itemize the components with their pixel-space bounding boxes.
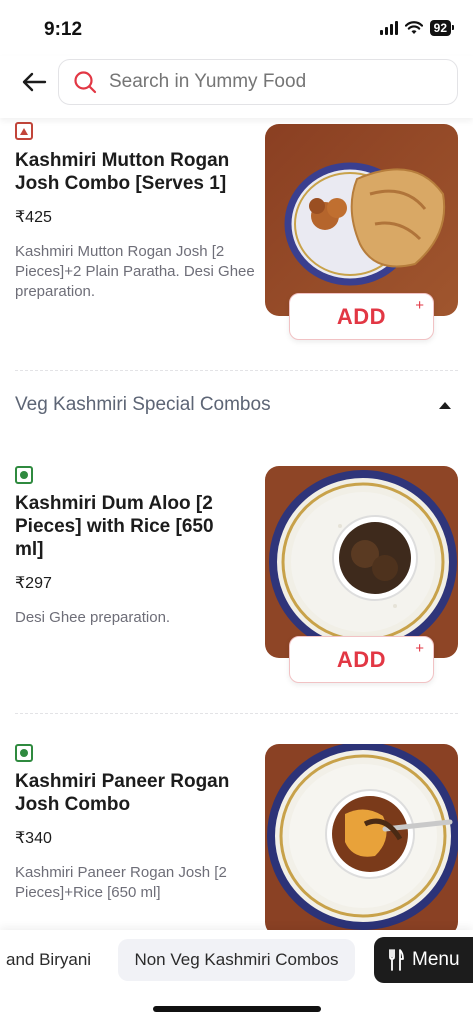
search-input[interactable]: [109, 71, 439, 93]
dish-image[interactable]: [265, 466, 458, 658]
bottom-category-bar: and Biryani Non Veg Kashmiri Combos Menu: [0, 930, 473, 1024]
dish-image[interactable]: [265, 744, 458, 930]
menu-button-label: Menu: [412, 949, 460, 970]
item-name: Kashmiri Mutton Rogan Josh Combo [Serves…: [15, 150, 230, 194]
add-button[interactable]: ADD +: [289, 293, 434, 340]
item-price: ₹297: [15, 575, 52, 592]
item-price: ₹340: [15, 830, 52, 847]
caret-up-icon: [439, 402, 451, 409]
plus-icon: +: [415, 297, 424, 314]
category-chip-active[interactable]: Non Veg Kashmiri Combos: [118, 939, 355, 981]
item-name: Kashmiri Paneer Rogan Josh Combo: [15, 771, 230, 815]
status-bar: 9:12 92: [0, 0, 473, 56]
cutlery-icon: [389, 949, 404, 971]
add-button[interactable]: ADD +: [289, 636, 434, 683]
status-time: 9:12: [44, 19, 83, 40]
battery-icon: 92: [429, 20, 455, 36]
veg-icon: [15, 744, 33, 762]
add-button-label: ADD: [336, 646, 387, 672]
plus-icon: +: [415, 640, 424, 657]
status-icons: 92: [379, 20, 455, 36]
arrow-left-icon: [22, 72, 47, 92]
item-description: Kashmiri Mutton Rogan Josh [2 Pieces]+2 …: [15, 243, 255, 300]
category-chip[interactable]: and Biryani: [0, 939, 101, 981]
divider: [15, 370, 458, 371]
cellular-signal-icon: [379, 21, 398, 35]
section-header[interactable]: Veg Kashmiri Special Combos: [0, 386, 473, 426]
item-description: Kashmiri Paneer Rogan Josh [2 Pieces]+Ri…: [15, 864, 227, 901]
veg-icon: [15, 466, 33, 484]
menu-button[interactable]: Menu: [374, 937, 473, 983]
item-name: Kashmiri Dum Aloo [2 Pieces] with Rice […: [15, 493, 214, 560]
search-icon: [73, 70, 97, 94]
wifi-icon: [404, 21, 423, 34]
non-veg-icon: [15, 122, 33, 140]
back-button[interactable]: [18, 68, 50, 96]
item-price: ₹425: [15, 209, 52, 226]
item-description: Desi Ghee preparation.: [15, 609, 171, 626]
dish-image[interactable]: [265, 124, 458, 316]
add-button-label: ADD: [336, 303, 387, 329]
home-indicator: [153, 1006, 321, 1012]
header: [0, 56, 473, 118]
search-bar[interactable]: [58, 59, 458, 105]
menu-list[interactable]: Kashmiri Mutton Rogan Josh Combo [Serves…: [0, 118, 473, 930]
section-title: Veg Kashmiri Special Combos: [15, 394, 271, 415]
divider: [15, 713, 458, 714]
